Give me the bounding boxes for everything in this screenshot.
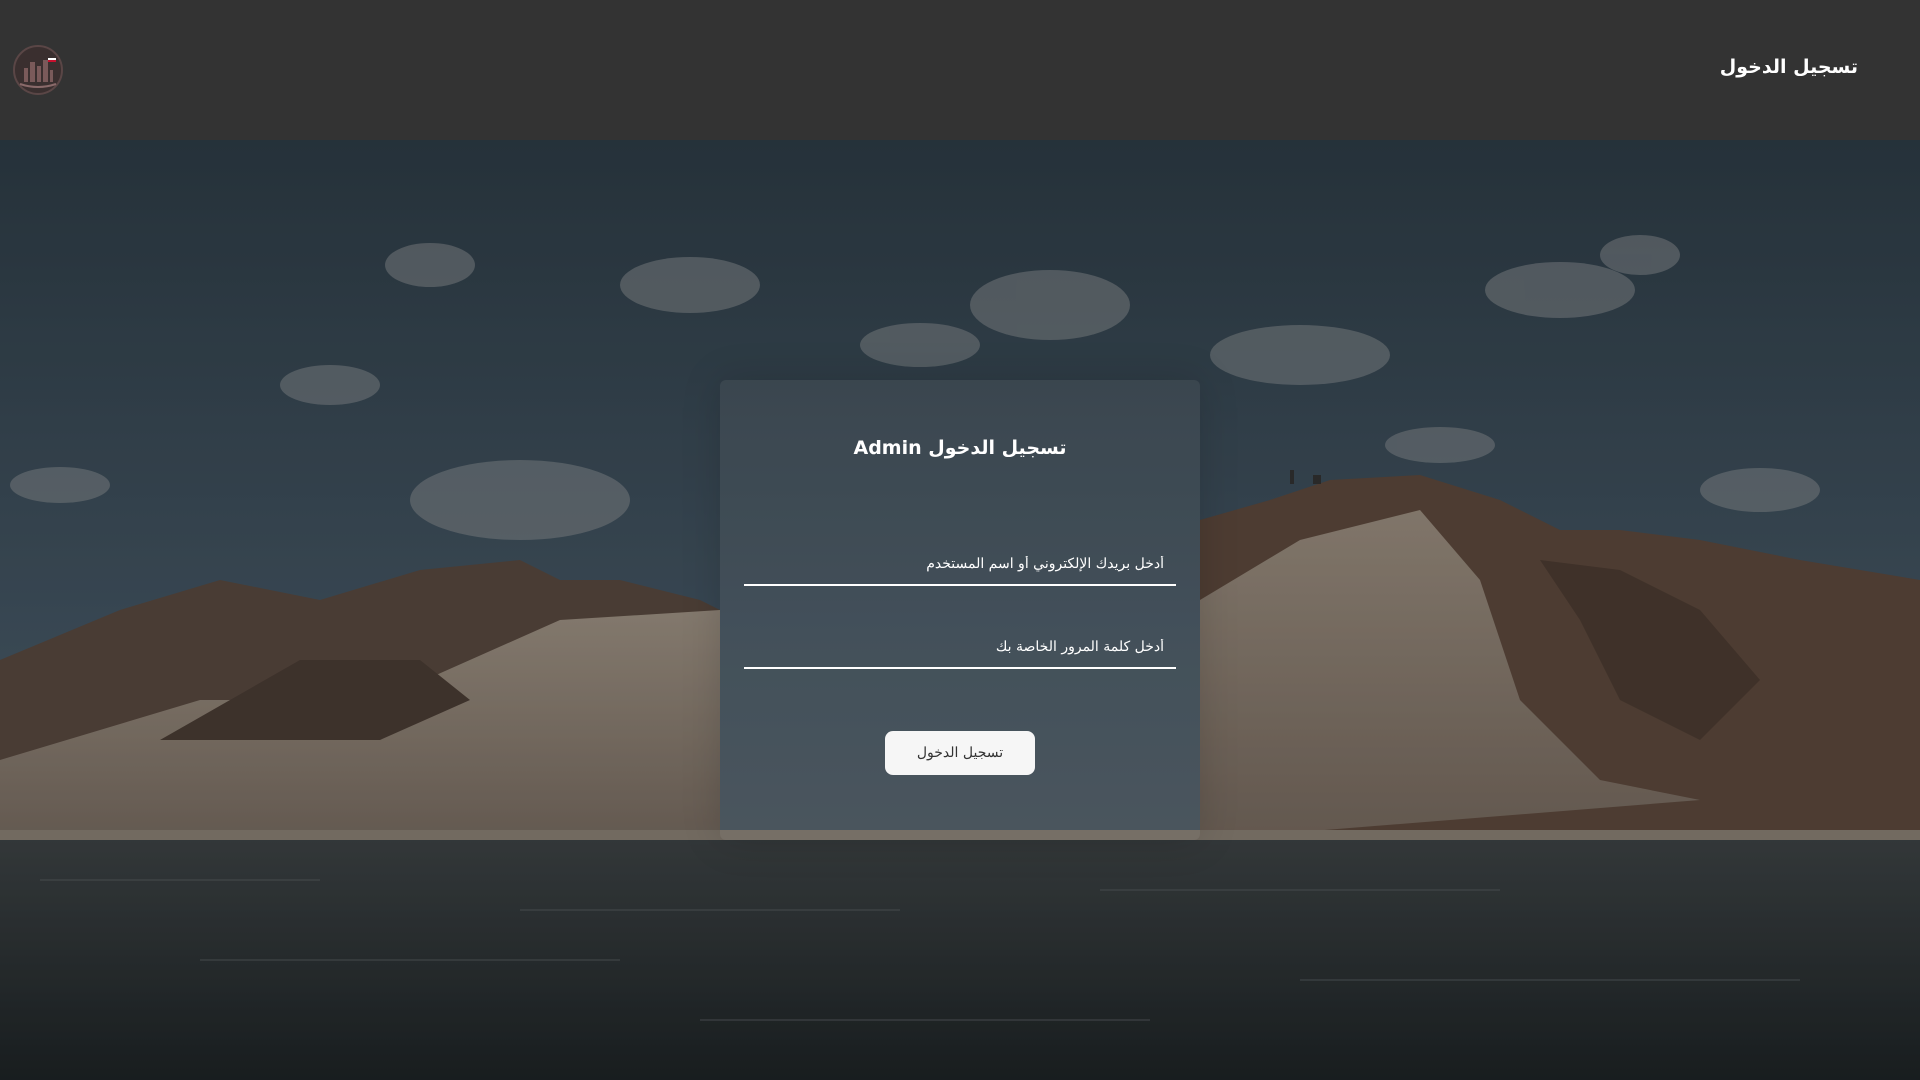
login-card: تسجيل الدخول Admin تسجيل الدخول xyxy=(720,380,1200,840)
password-input[interactable] xyxy=(744,627,1176,667)
login-button[interactable]: تسجيل الدخول xyxy=(885,731,1035,775)
city-emblem-icon[interactable] xyxy=(12,44,64,96)
email-input[interactable] xyxy=(744,544,1176,584)
login-title: تسجيل الدخول Admin xyxy=(853,437,1067,459)
email-field[interactable] xyxy=(744,544,1176,586)
password-field[interactable] xyxy=(744,627,1176,669)
top-navbar: تسجيل الدخول xyxy=(0,0,1920,140)
nav-login-link[interactable]: تسجيل الدخول xyxy=(1720,56,1858,78)
